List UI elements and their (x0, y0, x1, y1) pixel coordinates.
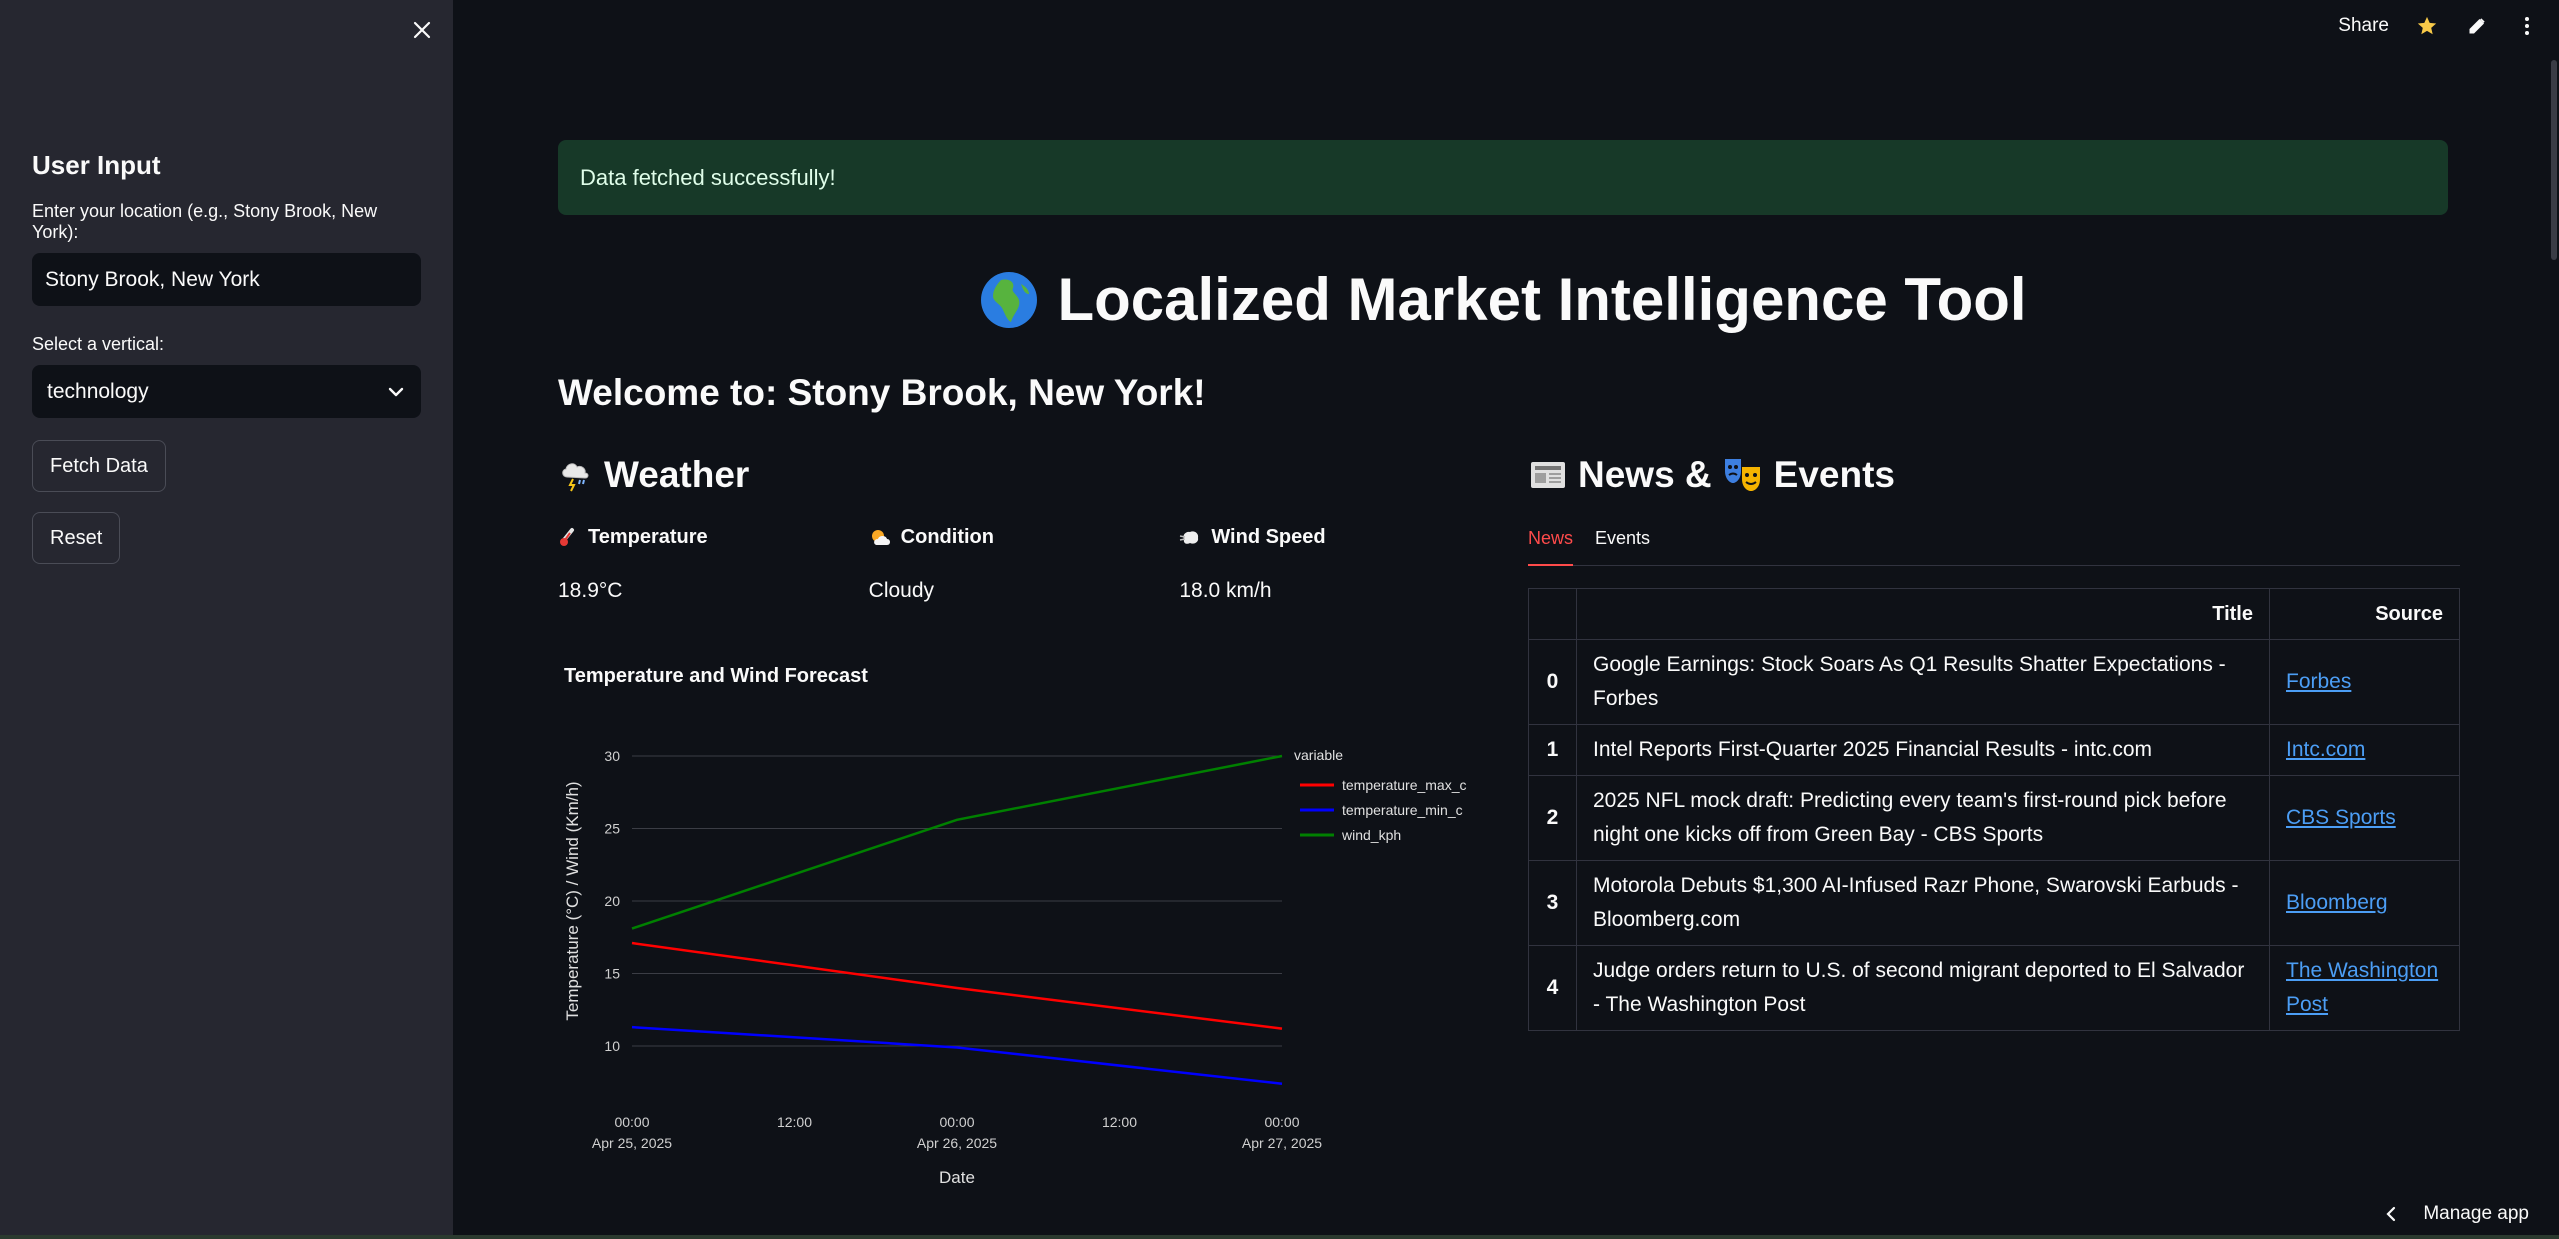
index-column-header (1528, 588, 1577, 640)
y-tick-label: 20 (604, 893, 620, 909)
x-tick-label: 12:00 (1102, 1114, 1137, 1130)
events-heading-text: Events (1773, 454, 1895, 495)
source-link[interactable]: CBS Sports (2286, 806, 2396, 829)
theater-masks-icon (1724, 459, 1760, 491)
x-tick-label: 12:00 (777, 1114, 812, 1130)
news-table: Title Source 0 Google Earnings: Stock So… (1528, 588, 2460, 1031)
source-link[interactable]: Bloomberg (2286, 891, 2388, 914)
storm-cloud-icon (562, 463, 589, 492)
x-tick-date-label: Apr 27, 2025 (1242, 1135, 1322, 1151)
x-tick-label: 00:00 (939, 1114, 974, 1130)
row-index: 3 (1528, 860, 1577, 946)
weather-heading: Weather (558, 452, 1490, 498)
source-link[interactable]: Intc.com (2286, 738, 2365, 761)
tab-events[interactable]: Events (1595, 524, 1650, 565)
title-column-header: Title (1576, 588, 2270, 640)
y-axis-label: Temperature (°C) / Wind (Km/h) (563, 781, 582, 1020)
table-row: 3 Motorola Debuts $1,300 AI-Infused Razr… (1528, 860, 2460, 946)
wind-metric: Wind Speed 18.0 km/h (1179, 526, 1490, 603)
welcome-heading: Welcome to: Stony Brook, New York! (558, 372, 1206, 413)
fetch-data-button[interactable]: Fetch Data (32, 440, 166, 492)
series-line-temperature-min-c (631, 1025, 1283, 1085)
row-index: 4 (1528, 945, 1577, 1031)
wind-label: Wind Speed (1211, 526, 1326, 548)
x-axis-label: Date (939, 1168, 975, 1187)
thermometer-icon (560, 527, 574, 546)
row-title: Intel Reports First-Quarter 2025 Financi… (1576, 724, 2270, 776)
row-title: 2025 NFL mock draft: Predicting every te… (1576, 775, 2270, 861)
row-title: Judge orders return to U.S. of second mi… (1576, 945, 2270, 1031)
temperature-value: 18.9°C (558, 579, 623, 602)
vertical-select[interactable]: technology (32, 365, 421, 418)
forecast-chart: Temperature and Wind Forecast 10 15 20 25 30 0… (558, 661, 1490, 1221)
series-line-temperature-max-c (631, 941, 1283, 1030)
y-tick-label: 25 (604, 821, 620, 837)
table-row: 2 2025 NFL mock draft: Predicting every … (1528, 775, 2460, 861)
close-icon (413, 21, 431, 39)
condition-label: Condition (900, 526, 994, 548)
legend-title: variable (1294, 747, 1343, 763)
source-link[interactable]: The Washington Post (2286, 959, 2438, 1016)
temperature-metric: Temperature 18.9°C (558, 526, 869, 603)
y-tick-label: 15 (604, 966, 620, 982)
legend-label: wind_kph (1341, 827, 1401, 843)
success-alert: Data fetched successfully! (558, 140, 2448, 215)
y-tick-label: 30 (604, 748, 620, 764)
x-tick-label: 00:00 (1264, 1114, 1299, 1130)
sun-cloud-icon (871, 529, 890, 545)
star-icon[interactable] (2415, 14, 2439, 38)
manage-app-button[interactable]: Manage app (2385, 1203, 2529, 1225)
edit-icon[interactable] (2465, 14, 2489, 38)
x-tick-date-label: Apr 26, 2025 (917, 1135, 997, 1151)
more-menu-icon[interactable] (2515, 14, 2539, 38)
manage-app-label: Manage app (2423, 1203, 2529, 1224)
row-index: 0 (1528, 639, 1577, 725)
toolbar: Share (2338, 14, 2539, 38)
chevron-left-icon (2386, 1206, 2396, 1222)
scrollbar[interactable] (2549, 0, 2559, 1239)
table-row: 1 Intel Reports First-Quarter 2025 Finan… (1528, 724, 2460, 776)
series-line-wind-kph (631, 754, 1283, 930)
legend-label: temperature_min_c (1342, 802, 1463, 818)
globe-icon (981, 271, 1038, 328)
sidebar-heading: User Input (32, 150, 161, 180)
news-tabs: News Events (1528, 524, 2460, 566)
news-heading-text: News & (1578, 454, 1712, 495)
weather-heading-text: Weather (604, 454, 750, 495)
temperature-label: Temperature (588, 526, 708, 548)
row-title: Google Earnings: Stock Soars As Q1 Resul… (1576, 639, 2270, 725)
wind-value: 18.0 km/h (1179, 579, 1272, 602)
table-row: 0 Google Earnings: Stock Soars As Q1 Res… (1528, 639, 2460, 725)
sidebar: User Input Enter your location (e.g., St… (0, 0, 453, 1239)
news-events-heading: News & Events (1528, 452, 2460, 498)
source-column-header: Source (2269, 588, 2460, 640)
share-button[interactable]: Share (2338, 15, 2389, 37)
chevron-down-icon (388, 387, 404, 396)
close-sidebar-button[interactable] (408, 16, 436, 44)
newspaper-icon (1531, 462, 1565, 488)
wind-face-icon (1180, 530, 1199, 544)
condition-metric: Condition Cloudy (869, 526, 1180, 603)
row-index: 1 (1528, 724, 1577, 776)
main-content: Data fetched successfully! Localized Mar… (558, 140, 2460, 1221)
x-tick-label: 00:00 (614, 1114, 649, 1130)
page-title: Localized Market Intelligence Tool (1057, 266, 2027, 333)
row-index: 2 (1528, 775, 1577, 861)
table-header-row: Title Source (1528, 588, 2460, 640)
forecast-chart-svg: Temperature and Wind Forecast 10 15 20 25 30 0… (563, 665, 1467, 1187)
chart-title: Temperature and Wind Forecast (564, 665, 868, 687)
condition-value: Cloudy (868, 579, 935, 602)
y-tick-label: 10 (604, 1038, 620, 1054)
vertical-select-value: technology (47, 379, 149, 403)
location-label: Enter your location (e.g., Stony Brook, … (32, 201, 378, 242)
vertical-label: Select a vertical: (32, 334, 165, 354)
location-input[interactable]: Stony Brook, New York (32, 253, 421, 306)
source-link[interactable]: Forbes (2286, 670, 2351, 693)
legend-label: temperature_max_c (1342, 777, 1467, 793)
reset-button[interactable]: Reset (32, 512, 121, 564)
row-title: Motorola Debuts $1,300 AI-Infused Razr P… (1576, 860, 2270, 946)
tab-news[interactable]: News (1528, 524, 1574, 566)
x-tick-date-label: Apr 25, 2025 (592, 1135, 672, 1151)
table-row: 4 Judge orders return to U.S. of second … (1528, 945, 2460, 1031)
